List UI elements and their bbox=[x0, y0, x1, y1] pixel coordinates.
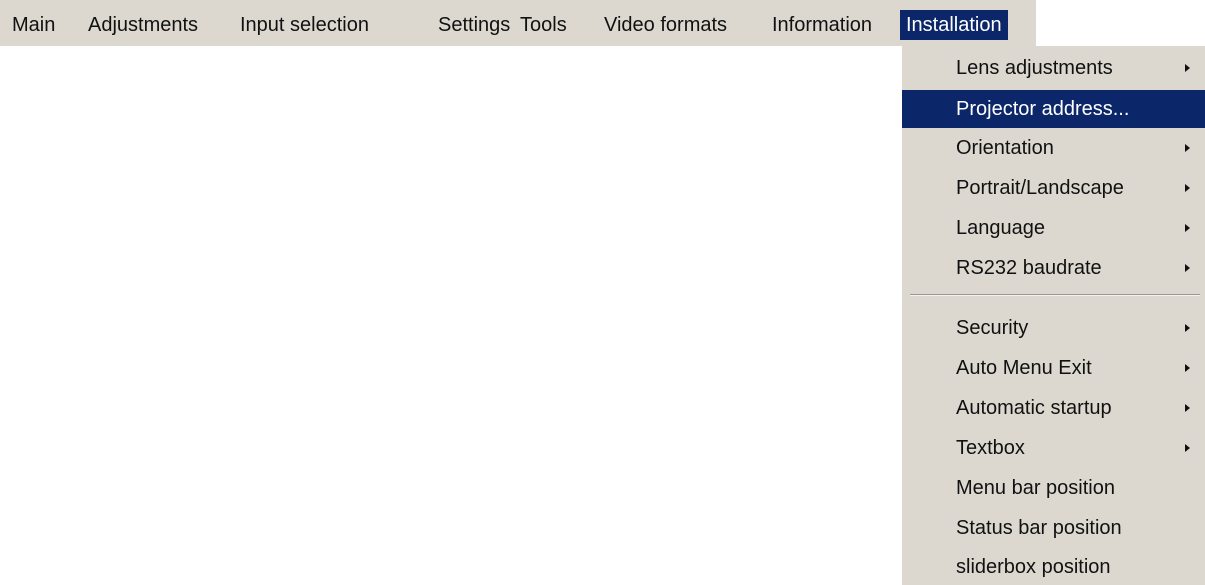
menu-item-orientation[interactable]: Orientation bbox=[902, 129, 1205, 167]
menu-separator bbox=[910, 294, 1200, 296]
menu-item-label: Portrait/Landscape bbox=[956, 177, 1124, 199]
menu-item-label: Projector address... bbox=[956, 98, 1130, 120]
menu-item-lens-adjustments[interactable]: Lens adjustments bbox=[902, 49, 1205, 87]
menu-item-portrait-landscape[interactable]: Portrait/Landscape bbox=[902, 169, 1205, 207]
menu-information[interactable]: Information bbox=[766, 10, 878, 40]
menu-item-rs232-baudrate[interactable]: RS232 baudrate bbox=[902, 249, 1205, 287]
projector-osd-screen: Main Adjustments Input selection Setting… bbox=[0, 0, 1205, 585]
menu-item-label: Status bar position bbox=[956, 517, 1122, 539]
triangle-right-icon bbox=[1185, 144, 1190, 152]
triangle-right-icon bbox=[1185, 224, 1190, 232]
menu-adjustments[interactable]: Adjustments bbox=[82, 10, 204, 40]
menu-item-label: Lens adjustments bbox=[956, 57, 1113, 79]
menu-video-formats[interactable]: Video formats bbox=[598, 10, 733, 40]
menu-main[interactable]: Main bbox=[6, 10, 61, 40]
menu-item-auto-menu-exit[interactable]: Auto Menu Exit bbox=[902, 349, 1205, 387]
menu-settings[interactable]: Settings bbox=[432, 10, 516, 40]
menu-item-label: Orientation bbox=[956, 137, 1054, 159]
menu-item-label: RS232 baudrate bbox=[956, 257, 1102, 279]
menu-item-automatic-startup[interactable]: Automatic startup bbox=[902, 389, 1205, 427]
triangle-right-icon bbox=[1185, 404, 1190, 412]
menu-tools[interactable]: Tools bbox=[514, 10, 573, 40]
triangle-right-icon bbox=[1185, 184, 1190, 192]
menu-item-label: Automatic startup bbox=[956, 397, 1112, 419]
menu-installation[interactable]: Installation bbox=[900, 10, 1008, 40]
triangle-right-icon bbox=[1185, 324, 1190, 332]
installation-dropdown: Lens adjustments Projector address... Or… bbox=[902, 46, 1205, 585]
menu-item-language[interactable]: Language bbox=[902, 209, 1205, 247]
menu-item-label: Language bbox=[956, 217, 1045, 239]
triangle-right-icon bbox=[1185, 64, 1190, 72]
menu-bar: Main Adjustments Input selection Setting… bbox=[0, 0, 1036, 46]
menu-item-security[interactable]: Security bbox=[902, 309, 1205, 347]
menu-item-label: Security bbox=[956, 317, 1029, 339]
menu-input-selection[interactable]: Input selection bbox=[234, 10, 375, 40]
menu-item-menu-bar-position[interactable]: Menu bar position bbox=[902, 469, 1205, 507]
menu-item-label: Textbox bbox=[956, 437, 1025, 459]
triangle-right-icon bbox=[1185, 444, 1190, 452]
menu-item-label: Menu bar position bbox=[956, 477, 1115, 499]
menu-item-status-bar-position[interactable]: Status bar position bbox=[902, 509, 1205, 547]
triangle-right-icon bbox=[1185, 264, 1190, 272]
menu-item-label: Auto Menu Exit bbox=[956, 357, 1092, 379]
menu-item-textbox[interactable]: Textbox bbox=[902, 429, 1205, 467]
triangle-right-icon bbox=[1185, 364, 1190, 372]
menu-item-sliderbox-position[interactable]: sliderbox position bbox=[902, 548, 1205, 585]
menu-item-label: sliderbox position bbox=[956, 556, 1111, 578]
menu-item-projector-address[interactable]: Projector address... bbox=[902, 90, 1205, 128]
